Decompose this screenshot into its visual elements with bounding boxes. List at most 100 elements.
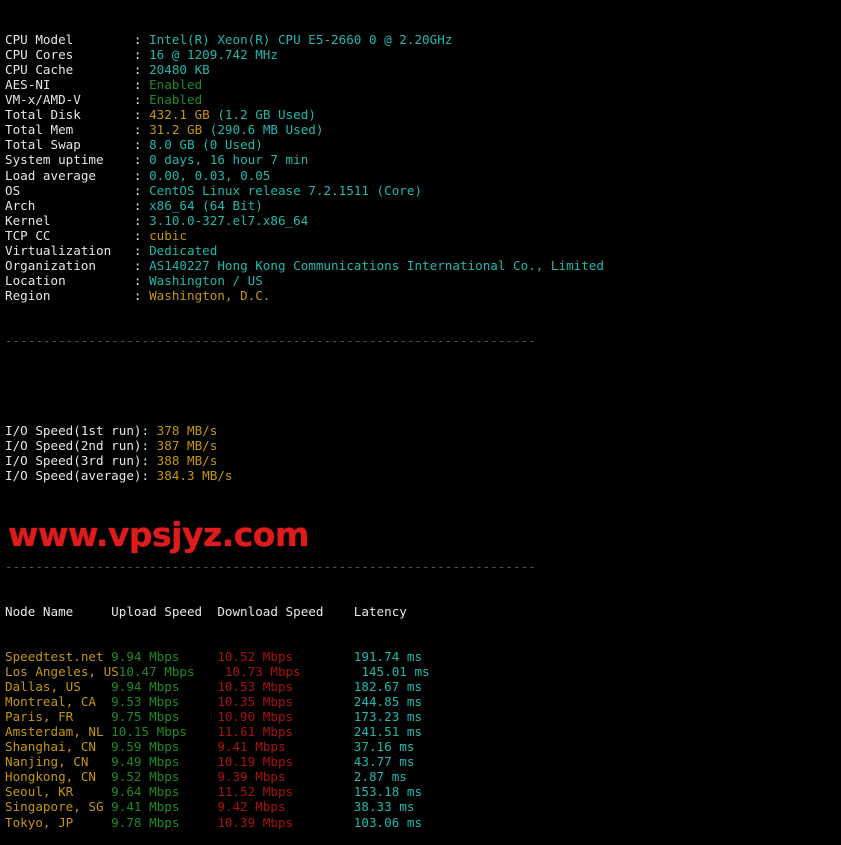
speedtest-latency: 241.51 ms: [353, 724, 423, 740]
speedtest-latency: 103.06 ms: [353, 814, 423, 830]
speedtest-latency: 37.16 ms: [353, 739, 415, 755]
system-info-row: OS : CentOS Linux release 7.2.1511 (Core…: [5, 183, 841, 198]
io-speed-value: 387 MB/s: [156, 438, 218, 454]
speedtest-row: Los Angeles, US10.47 Mbps 10.73 Mbps 145…: [5, 664, 841, 679]
speedtest-download-speed: 10.19 Mbps: [217, 754, 354, 770]
speedtest-download-speed: 11.52 Mbps: [217, 784, 354, 800]
system-info-colon: :: [133, 287, 150, 303]
separator-line-2: ----------------------------------------…: [5, 558, 536, 574]
system-info-row: Organization : AS140227 Hong Kong Commun…: [5, 258, 841, 273]
speedtest-row: Singapore, SG 9.41 Mbps 9.42 Mbps 38.33 …: [5, 799, 841, 814]
system-info-row: Kernel : 3.10.0-327.el7.x86_64: [5, 213, 841, 228]
speedtest-upload-speed: 10.15 Mbps: [111, 724, 218, 740]
system-info-colon: :: [133, 62, 150, 78]
system-info-value: AS140227 Hong Kong Communications Intern…: [149, 257, 605, 273]
system-info-colon: :: [133, 242, 150, 258]
speedtest-row: Nanjing, CN 9.49 Mbps 10.19 Mbps 43.77 m…: [5, 754, 841, 769]
speedtest-download-speed: 9.42 Mbps: [217, 799, 354, 815]
system-info-colon: :: [133, 152, 150, 168]
system-info-row: Total Disk : 432.1 GB (1.2 GB Used): [5, 107, 841, 122]
system-info-colon: :: [133, 257, 150, 273]
speedtest-upload-speed: 9.53 Mbps: [111, 694, 218, 710]
system-info-value: Enabled: [149, 92, 203, 108]
io-speed-block: I/O Speed(1st run): 378 MB/s I/O Speed(2n…: [5, 423, 841, 483]
io-speed-row: I/O Speed(3rd run): 388 MB/s: [5, 453, 841, 468]
speedtest-row: Montreal, CA 9.53 Mbps 10.35 Mbps 244.85…: [5, 694, 841, 709]
system-info-row: Total Swap : 8.0 GB (0 Used): [5, 137, 841, 152]
speedtest-node-name: Shanghai, CN: [5, 739, 112, 755]
system-info-label: Kernel: [5, 212, 134, 228]
io-speed-colon: :: [141, 423, 157, 439]
system-info-label: Total Swap: [5, 137, 134, 153]
speedtest-latency: 173.23 ms: [353, 709, 423, 725]
system-info-row: Virtualization : Dedicated: [5, 243, 841, 258]
system-info-colon: :: [133, 212, 150, 228]
system-info-label: Organization: [5, 257, 134, 273]
speedtest-header: Node Name Upload Speed Download Speed La…: [5, 604, 841, 619]
system-info-value: Enabled: [149, 77, 203, 93]
system-info-colon: :: [133, 227, 150, 243]
speedtest-node-name: Speedtest.net: [5, 649, 112, 665]
speedtest-upload-speed: 9.41 Mbps: [111, 799, 218, 815]
system-info-row: Region : Washington, D.C.: [5, 288, 841, 303]
io-speed-row: I/O Speed(2nd run): 387 MB/s: [5, 438, 841, 453]
speedtest-col-latency: Latency: [353, 603, 407, 619]
speedtest-row: Shanghai, CN 9.59 Mbps 9.41 Mbps 37.16 m…: [5, 739, 841, 754]
system-info-value: Washington / US: [149, 272, 263, 288]
system-info-colon: :: [133, 122, 150, 138]
system-info-label: Total Mem: [5, 122, 134, 138]
system-info-value: x86_64 (64 Bit): [149, 197, 263, 213]
system-info-value: 20480 KB: [149, 62, 210, 78]
system-info-row: System uptime : 0 days, 16 hour 7 min: [5, 152, 841, 167]
speedtest-download-speed: 10.53 Mbps: [217, 679, 354, 695]
system-info-value: 3.10.0-327.el7.x86_64: [149, 212, 309, 228]
system-info-colon: :: [133, 137, 150, 153]
speedtest-latency: 38.33 ms: [353, 799, 415, 815]
speedtest-row: Amsterdam, NL 10.15 Mbps 11.61 Mbps 241.…: [5, 724, 841, 739]
system-info-value: 31.2 GB: [149, 122, 203, 138]
speedtest-upload-speed: 9.78 Mbps: [111, 814, 218, 830]
io-speed-row: I/O Speed(1st run): 378 MB/s: [5, 423, 841, 438]
separator-line-1: ----------------------------------------…: [5, 333, 536, 349]
speedtest-latency: 145.01 ms: [361, 664, 430, 680]
io-speed-value: 388 MB/s: [156, 453, 218, 469]
speedtest-latency: 244.85 ms: [353, 694, 423, 710]
speedtest-row: Seoul, KR 9.64 Mbps 11.52 Mbps 153.18 ms: [5, 784, 841, 799]
system-info-label: System uptime: [5, 152, 134, 168]
system-info-colon: :: [133, 92, 150, 108]
io-speed-label: I/O Speed(1st run): [5, 423, 142, 439]
speedtest-col-node: Node Name: [5, 603, 112, 619]
io-speed-value: 378 MB/s: [156, 423, 218, 439]
speedtest-node-name: Singapore, SG: [5, 799, 112, 815]
speedtest-upload-speed: 10.47 Mbps: [118, 664, 225, 680]
system-info-label: Arch: [5, 197, 134, 213]
speedtest-latency: 191.74 ms: [353, 649, 423, 665]
speedtest-node-name: Los Angeles, US: [5, 664, 119, 680]
system-info-colon: :: [133, 47, 150, 63]
system-info-row: CPU Cores : 16 @ 1209.742 MHz: [5, 47, 841, 62]
system-info-colon: :: [133, 182, 150, 198]
system-info-label: Region: [5, 287, 134, 303]
speedtest-node-name: Paris, FR: [5, 709, 112, 725]
system-info-label: Load average: [5, 167, 134, 183]
system-info-value: 0.00, 0.03, 0.05: [149, 167, 271, 183]
system-info-value-secondary: (290.6 MB Used): [202, 122, 324, 138]
terminal-window: CPU Model : Intel(R) Xeon(R) CPU E5-2660…: [0, 0, 841, 830]
system-info-label: Total Disk: [5, 107, 134, 123]
system-info-colon: :: [133, 32, 150, 48]
io-speed-colon: :: [141, 438, 157, 454]
speedtest-upload-speed: 9.49 Mbps: [111, 754, 218, 770]
speedtest-node-name: Seoul, KR: [5, 784, 112, 800]
speedtest-row: Hongkong, CN 9.52 Mbps 9.39 Mbps 2.87 ms: [5, 769, 841, 784]
io-speed-label: I/O Speed(average): [5, 468, 142, 484]
speedtest-header-row: Node Name Upload Speed Download Speed La…: [5, 604, 841, 619]
speedtest-col-download: Download Speed: [217, 603, 354, 619]
speedtest-download-speed: 10.73 Mbps: [224, 664, 362, 680]
system-info-label: CPU Model: [5, 32, 134, 48]
system-info-row: Total Mem : 31.2 GB (290.6 MB Used): [5, 122, 841, 137]
speedtest-row: Dallas, US 9.94 Mbps 10.53 Mbps 182.67 m…: [5, 679, 841, 694]
system-info-value: Dedicated: [149, 242, 218, 258]
io-speed-row: I/O Speed(average): 384.3 MB/s: [5, 468, 841, 483]
